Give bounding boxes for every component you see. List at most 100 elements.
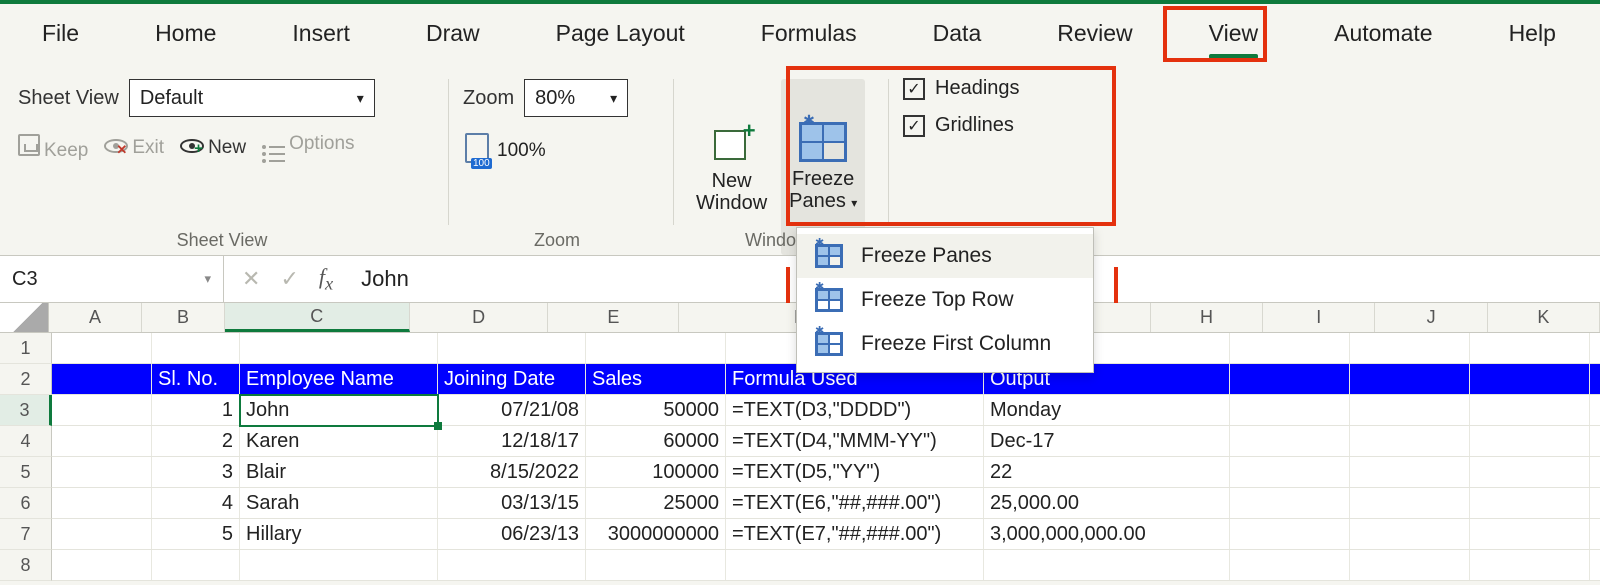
cell[interactable] — [1470, 457, 1590, 487]
cell[interactable] — [726, 550, 984, 580]
cell[interactable]: =TEXT(D4,"MMM-YY") — [726, 426, 984, 456]
tab-data[interactable]: Data — [927, 14, 988, 57]
sheetview-dropdown[interactable]: Default▾ — [129, 79, 375, 117]
name-box[interactable]: C3▾ — [0, 256, 224, 302]
header-joindate[interactable]: Joining Date — [438, 364, 586, 394]
cell[interactable] — [1590, 519, 1600, 549]
cell[interactable]: Sarah — [240, 488, 438, 518]
cell[interactable] — [1230, 333, 1350, 363]
column-header-A[interactable]: A — [49, 303, 143, 332]
row-header-5[interactable]: 5 — [0, 457, 52, 488]
tab-draw[interactable]: Draw — [420, 14, 486, 57]
cell[interactable]: Hillary — [240, 519, 438, 549]
cell[interactable] — [52, 550, 152, 580]
column-header-J[interactable]: J — [1375, 303, 1487, 332]
tab-file[interactable]: File — [36, 14, 85, 57]
cell[interactable] — [1230, 364, 1350, 394]
cell[interactable] — [1470, 333, 1590, 363]
cell[interactable]: John — [240, 395, 438, 425]
cell[interactable] — [52, 333, 152, 363]
cell[interactable] — [1230, 519, 1350, 549]
menu-freeze-top-row[interactable]: ✱ Freeze Top Row — [797, 278, 1093, 322]
row-header-4[interactable]: 4 — [0, 426, 52, 457]
cell[interactable] — [1590, 333, 1600, 363]
cell[interactable]: 06/23/13 — [438, 519, 586, 549]
new-sheetview-button[interactable]: +New — [180, 137, 246, 159]
cell[interactable] — [984, 550, 1230, 580]
cell[interactable]: =TEXT(D3,"DDDD") — [726, 395, 984, 425]
cell[interactable]: 3000000000 — [586, 519, 726, 549]
menu-freeze-panes[interactable]: ✱ Freeze Panes — [797, 234, 1093, 278]
cell[interactable] — [1350, 457, 1470, 487]
cell[interactable]: 25000 — [586, 488, 726, 518]
cell[interactable] — [1350, 395, 1470, 425]
row-header-1[interactable]: 1 — [0, 333, 52, 364]
row-header-2[interactable]: 2 — [0, 364, 52, 395]
cancel-formula-button[interactable]: ✕ — [242, 266, 260, 292]
cell[interactable]: 03/13/15 — [438, 488, 586, 518]
column-header-E[interactable]: E — [548, 303, 679, 332]
row-header-8[interactable]: 8 — [0, 550, 52, 581]
cell[interactable] — [240, 333, 438, 363]
column-header-H[interactable]: H — [1151, 303, 1263, 332]
cell[interactable] — [1350, 333, 1470, 363]
cell[interactable] — [1590, 488, 1600, 518]
cell[interactable] — [152, 333, 240, 363]
cell[interactable] — [1350, 364, 1470, 394]
cell[interactable] — [1230, 426, 1350, 456]
cell[interactable] — [438, 333, 586, 363]
cell[interactable] — [586, 550, 726, 580]
cell[interactable]: 3 — [152, 457, 240, 487]
cell[interactable]: 5 — [152, 519, 240, 549]
cell[interactable] — [1470, 519, 1590, 549]
cell[interactable] — [1470, 395, 1590, 425]
cell[interactable]: 4 — [152, 488, 240, 518]
header-empname[interactable]: Employee Name — [240, 364, 438, 394]
cell[interactable]: 2 — [152, 426, 240, 456]
cell[interactable] — [1230, 488, 1350, 518]
cell[interactable] — [1230, 550, 1350, 580]
cell[interactable] — [438, 550, 586, 580]
cell[interactable] — [1470, 364, 1590, 394]
row-header-3[interactable]: 3 — [0, 395, 52, 426]
cell[interactable] — [586, 333, 726, 363]
column-header-D[interactable]: D — [410, 303, 548, 332]
cell[interactable]: 07/21/08 — [438, 395, 586, 425]
row-header-6[interactable]: 6 — [0, 488, 52, 519]
tab-help[interactable]: Help — [1503, 14, 1562, 57]
cell[interactable] — [52, 519, 152, 549]
cell[interactable] — [1470, 550, 1590, 580]
tab-page-layout[interactable]: Page Layout — [550, 14, 691, 57]
column-header-B[interactable]: B — [142, 303, 224, 332]
cell[interactable] — [1590, 426, 1600, 456]
cell[interactable] — [1470, 488, 1590, 518]
cell[interactable]: Blair — [240, 457, 438, 487]
tab-review[interactable]: Review — [1051, 14, 1138, 57]
cell[interactable] — [1350, 550, 1470, 580]
cell[interactable]: 100000 — [586, 457, 726, 487]
cell[interactable]: 8/15/2022 — [438, 457, 586, 487]
new-window-button[interactable]: + NewWindow — [688, 79, 775, 255]
select-all-corner[interactable] — [0, 303, 49, 332]
cell[interactable] — [1230, 395, 1350, 425]
row-header-7[interactable]: 7 — [0, 519, 52, 550]
exit-button[interactable]: ✕Exit — [104, 137, 164, 159]
cell[interactable]: =TEXT(E7,"##,###.00") — [726, 519, 984, 549]
cell[interactable] — [52, 457, 152, 487]
cell[interactable]: 3,000,000,000.00 — [984, 519, 1230, 549]
cell[interactable]: Monday — [984, 395, 1230, 425]
cell[interactable] — [1590, 395, 1600, 425]
cell[interactable] — [1350, 426, 1470, 456]
cell[interactable] — [1470, 426, 1590, 456]
options-button[interactable]: Options — [262, 133, 354, 163]
cell[interactable] — [1230, 457, 1350, 487]
cell[interactable]: 50000 — [586, 395, 726, 425]
cell[interactable] — [1590, 364, 1600, 394]
tab-view[interactable]: View — [1203, 14, 1264, 57]
cell[interactable] — [1590, 550, 1600, 580]
accept-formula-button[interactable]: ✓ — [280, 266, 298, 292]
cell[interactable] — [152, 550, 240, 580]
cell[interactable]: =TEXT(E6,"##,###.00") — [726, 488, 984, 518]
cell[interactable]: 25,000.00 — [984, 488, 1230, 518]
gridlines-checkbox[interactable]: ✓Gridlines — [903, 114, 1061, 137]
